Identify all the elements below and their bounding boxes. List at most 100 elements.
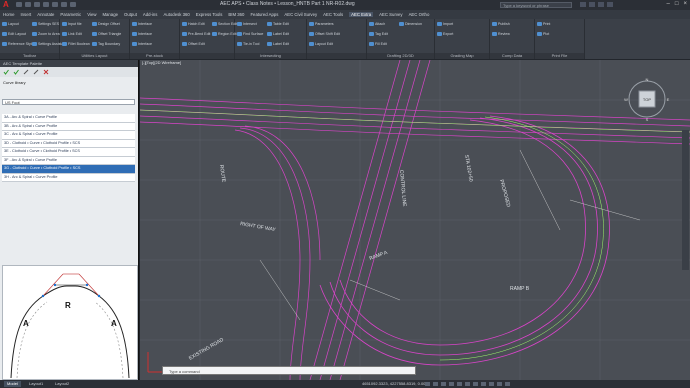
- curve-list-item[interactable]: 3G - Clothoid • Curve • Clothoid Profile…: [2, 165, 135, 174]
- ribbon-tab[interactable]: Manage: [102, 12, 118, 17]
- delete-icon[interactable]: [43, 69, 49, 75]
- exchange-icon[interactable]: [598, 2, 604, 7]
- search-icon[interactable]: [580, 2, 586, 7]
- new-icon[interactable]: [16, 2, 22, 7]
- layout-tab-model[interactable]: Model: [4, 381, 21, 387]
- ribbon-button[interactable]: Tie-in Tool: [237, 42, 259, 46]
- ribbon-tab[interactable]: AEC Survey: [379, 12, 402, 17]
- drawing-svg[interactable]: ROUTE RIGHT OF WAY CONTROL LINE STA 102+…: [140, 60, 690, 380]
- ribbon-button[interactable]: Section Edit: [212, 22, 237, 26]
- ribbon-tab[interactable]: Insert: [20, 12, 31, 17]
- viewport-label[interactable]: [-][Top][2D Wireframe]: [142, 60, 181, 65]
- ribbon-button[interactable]: Zoom to Area: [32, 32, 60, 36]
- ribbon-tab[interactable]: Parametric: [60, 12, 81, 17]
- open-icon[interactable]: [25, 2, 31, 7]
- maximize-button[interactable]: □: [675, 1, 679, 7]
- user-icon[interactable]: [589, 2, 595, 7]
- ribbon-tab[interactable]: Annotate: [37, 12, 54, 17]
- snap-icon[interactable]: [433, 382, 438, 386]
- ribbon-tab[interactable]: Add-ins: [143, 12, 158, 17]
- ribbon-button[interactable]: Print: [537, 22, 550, 26]
- viewcube[interactable]: TOP N E S W: [624, 76, 670, 122]
- ribbon-tab[interactable]: AEC Ortho: [409, 12, 430, 17]
- ribbon-button[interactable]: Parameters: [309, 22, 334, 26]
- ribbon-button[interactable]: Interface: [132, 22, 152, 26]
- otrack-icon[interactable]: [465, 382, 470, 386]
- ribbon-button[interactable]: Pre-Bend Edit: [182, 32, 210, 36]
- ribbon-button[interactable]: Plot: [537, 32, 549, 36]
- saveas-icon[interactable]: [43, 2, 49, 7]
- command-line-input[interactable]: Type a command: [162, 366, 416, 375]
- ribbon-button[interactable]: Interface: [132, 42, 152, 46]
- ribbon-tab[interactable]: BIM 360: [228, 12, 244, 17]
- ribbon-button[interactable]: Intersect: [237, 22, 257, 26]
- ribbon-button[interactable]: Fillet Boolean: [62, 42, 90, 46]
- ribbon-button[interactable]: Hatch Edit: [182, 22, 205, 26]
- check-icon[interactable]: [13, 69, 19, 75]
- ribbon-button[interactable]: Table Edit: [267, 22, 289, 26]
- ribbon-button[interactable]: Link Edit: [62, 32, 82, 36]
- grid-icon[interactable]: [425, 382, 430, 386]
- ribbon-button[interactable]: Attach: [369, 22, 385, 26]
- autocad-logo-icon[interactable]: A: [3, 1, 11, 9]
- layout-tab-layout1[interactable]: Layout1: [26, 381, 46, 387]
- ribbon-button[interactable]: Tag Boundary: [92, 42, 120, 46]
- navigation-bar[interactable]: [682, 130, 689, 270]
- ribbon-button[interactable]: Layout Edit: [309, 42, 333, 46]
- ribbon-tab[interactable]: View: [87, 12, 96, 17]
- settings-icon[interactable]: [505, 382, 510, 386]
- ribbon-button[interactable]: Interface: [132, 32, 152, 36]
- check-icon[interactable]: [3, 69, 9, 75]
- curve-list-item[interactable]: 3B - Arc & Spiral • Curve Profile: [2, 122, 135, 131]
- redo-icon[interactable]: [70, 2, 76, 7]
- curve-list-item[interactable]: 3F - Arc & Spiral • Curve Profile: [2, 156, 135, 165]
- curve-list-item[interactable]: 3D - Clothoid • Curve • Clothoid Profile…: [2, 139, 135, 148]
- ribbon-button[interactable]: Offset Edit: [182, 42, 205, 46]
- osnap-icon[interactable]: [457, 382, 462, 386]
- ribbon-tab[interactable]: Featured Apps: [250, 12, 278, 17]
- ribbon-button[interactable]: Offset Triangle: [92, 32, 121, 36]
- ribbon-tab[interactable]: Output: [124, 12, 137, 17]
- search-input[interactable]: Type a keyword or phrase: [500, 2, 572, 8]
- lineweight-icon[interactable]: [473, 382, 478, 386]
- ribbon-button[interactable]: Edit Layout: [2, 32, 26, 36]
- ribbon-button[interactable]: Find Surface: [237, 32, 263, 36]
- transparency-icon[interactable]: [481, 382, 486, 386]
- ribbon-button[interactable]: Fill Edit: [369, 42, 387, 46]
- ribbon-button[interactable]: Design Offset: [92, 22, 120, 26]
- ribbon-button[interactable]: Export: [437, 32, 453, 36]
- ortho-icon[interactable]: [441, 382, 446, 386]
- annotation-icon[interactable]: [489, 382, 494, 386]
- ribbon-tab[interactable]: Autodesk 360: [163, 12, 189, 17]
- ribbon-button[interactable]: Reference Style: [2, 42, 34, 46]
- plot-icon[interactable]: [52, 2, 58, 7]
- ribbon-button[interactable]: Label Edit: [267, 42, 289, 46]
- help-icon[interactable]: [607, 2, 613, 7]
- ribbon-button[interactable]: Publish: [492, 22, 510, 26]
- curve-list-item[interactable]: 3H - Arc & Spiral • Curve Profile: [2, 173, 135, 182]
- curve-list-item[interactable]: 3C - Arc & Spiral • Curve Profile: [2, 131, 135, 140]
- ribbon-button[interactable]: Review: [492, 32, 510, 36]
- polar-icon[interactable]: [449, 382, 454, 386]
- ribbon-button[interactable]: Label Edit: [267, 32, 289, 36]
- curve-list-item[interactable]: 3E - Clothoid • Curve • Clothoid Profile…: [2, 148, 135, 157]
- ribbon-tab[interactable]: AEC Civil Survey: [284, 12, 317, 17]
- ribbon-button[interactable]: Region Edit: [212, 32, 237, 36]
- ribbon-button[interactable]: Offset Shift Edit: [309, 32, 340, 36]
- ribbon-button[interactable]: Dimension: [399, 22, 422, 26]
- ribbon-button[interactable]: Tag Edit: [369, 32, 388, 36]
- ribbon-tab[interactable]: Express Tools: [196, 12, 223, 17]
- curve-list-item[interactable]: 3A - Arc & Spiral • Curve Profile: [2, 114, 135, 123]
- ribbon-tab[interactable]: Home: [3, 12, 14, 17]
- ribbon-tab[interactable]: AEC Tools: [323, 12, 343, 17]
- close-button[interactable]: ×: [683, 1, 687, 7]
- workspace-icon[interactable]: [497, 382, 502, 386]
- edit-icon[interactable]: [23, 69, 29, 75]
- pin-icon[interactable]: [33, 69, 39, 75]
- ribbon-tab[interactable]: AEC Extra: [349, 12, 374, 17]
- ribbon-button[interactable]: Input file: [62, 22, 82, 26]
- ribbon-button[interactable]: Import: [437, 22, 453, 26]
- undo-icon[interactable]: [61, 2, 67, 7]
- save-icon[interactable]: [34, 2, 40, 7]
- minimize-button[interactable]: –: [667, 1, 670, 7]
